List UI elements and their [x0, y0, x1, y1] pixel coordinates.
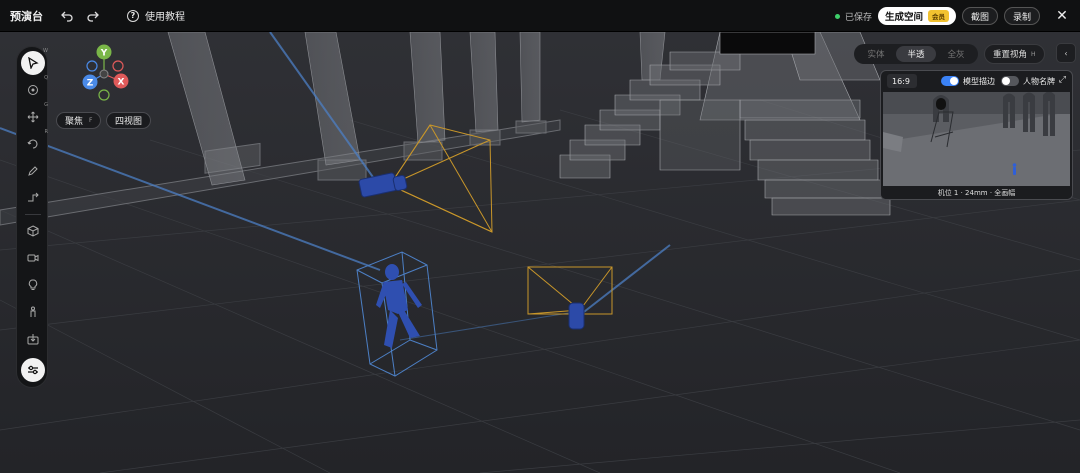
path-tool[interactable]	[21, 186, 45, 210]
import-icon	[27, 334, 39, 345]
aspect-ratio-select[interactable]: 16:9	[887, 74, 917, 88]
chevron-left-icon: ‹	[1064, 48, 1068, 58]
pen-icon	[28, 166, 38, 176]
saved-dot-icon	[834, 13, 840, 19]
add-camera-tool[interactable]	[21, 246, 45, 270]
gizmo-z-label: Z	[87, 79, 94, 89]
render-mode-gray[interactable]: 全灰	[936, 46, 976, 62]
preview-image	[883, 92, 1070, 188]
camera-icon	[27, 254, 39, 262]
rotate-hotkey: R	[44, 129, 48, 135]
viewport-3d[interactable]: 预演台 ? 使用教程 已保存 生成空间 会员 截图 录制 ✕ W Q G R Y…	[0, 0, 1080, 473]
orbit-icon	[28, 85, 38, 95]
top-bar-actions: 已保存 生成空间 会员 截图 录制 ✕	[834, 0, 1080, 32]
path-icon	[28, 192, 39, 202]
outline-label: 模型描边	[963, 76, 995, 86]
add-light-tool[interactable]	[21, 273, 45, 297]
focus-hotkey: F	[89, 117, 93, 124]
orbit-tool[interactable]: Q	[21, 75, 48, 102]
reset-view-button[interactable]: 重置视角 H	[984, 44, 1045, 64]
select-tool[interactable]: W	[21, 48, 48, 75]
add-object-tool[interactable]	[21, 219, 45, 243]
orbit-hotkey: Q	[44, 75, 48, 81]
quad-view-button[interactable]: 四视图	[106, 112, 152, 129]
expand-icon[interactable]: ⤢	[1059, 75, 1066, 85]
preview-footer: 机位 1 · 24mm · 全画幅	[881, 186, 1072, 199]
move-tool[interactable]: G	[21, 102, 48, 129]
preview-header: 16:9 模型描边 人物名牌 ⤢	[881, 71, 1072, 91]
generate-space-label: 生成空间	[884, 12, 923, 23]
sliders-icon	[28, 365, 38, 375]
close-icon[interactable]: ✕	[1052, 6, 1072, 26]
select-hotkey: W	[43, 48, 48, 54]
render-mode-solid[interactable]: 实体	[856, 46, 896, 62]
pen-tool[interactable]	[21, 159, 45, 183]
toolbar-divider	[25, 214, 41, 215]
axis-gizmo[interactable]: Y Z X	[72, 42, 138, 104]
rotate-tool[interactable]: R	[21, 129, 48, 156]
collapse-panel-button[interactable]: ‹	[1056, 43, 1076, 63]
person-icon	[30, 306, 36, 317]
move-icon	[27, 111, 39, 123]
record-button[interactable]: 录制	[1003, 7, 1040, 25]
help-icon: ?	[127, 9, 139, 22]
camera-preview-panel: 16:9 模型描边 人物名牌 ⤢ 机位 1 · 24mm · 全画幅	[880, 70, 1073, 200]
move-hotkey: G	[44, 102, 48, 108]
saved-label: 已保存	[844, 12, 872, 23]
render-mode-translucent[interactable]: 半透	[896, 46, 936, 62]
tutorial-link[interactable]: ? 使用教程	[127, 8, 185, 23]
screenshot-button[interactable]: 截图	[961, 7, 998, 25]
rotate-icon	[27, 139, 38, 149]
vip-badge: 会员	[927, 10, 949, 22]
cursor-icon	[28, 57, 39, 69]
generate-space-button[interactable]: 生成空间 会员	[877, 7, 956, 25]
nameplate-toggle[interactable]	[1001, 76, 1019, 86]
top-bar: 预演台 ? 使用教程 已保存 生成空间 会员 截图 录制 ✕	[0, 0, 1080, 32]
add-character-tool[interactable]	[21, 300, 45, 324]
gizmo-x-label: X	[118, 78, 125, 88]
camera-2	[568, 302, 585, 330]
left-toolbar: W Q G R	[16, 46, 48, 388]
reset-view-hotkey: H	[1031, 50, 1036, 58]
cube-icon	[27, 225, 39, 237]
undo-icon[interactable]	[59, 8, 75, 24]
tutorial-label: 使用教程	[145, 12, 185, 23]
nameplate-label: 人物名牌	[1023, 76, 1055, 86]
lightbulb-icon	[28, 279, 38, 290]
gizmo-y-label: Y	[100, 49, 108, 59]
outline-toggle[interactable]	[941, 76, 959, 86]
import-tool[interactable]	[21, 327, 45, 351]
save-status: 已保存	[834, 10, 872, 23]
settings-tool[interactable]	[21, 358, 45, 382]
focus-button[interactable]: 聚焦 F	[56, 112, 102, 129]
focus-label: 聚焦	[65, 117, 84, 127]
app-title: 预演台	[10, 9, 43, 23]
redo-icon[interactable]	[85, 8, 101, 24]
render-mode-switch: 实体 半透 全灰	[854, 44, 978, 64]
reset-view-label: 重置视角	[993, 50, 1028, 60]
